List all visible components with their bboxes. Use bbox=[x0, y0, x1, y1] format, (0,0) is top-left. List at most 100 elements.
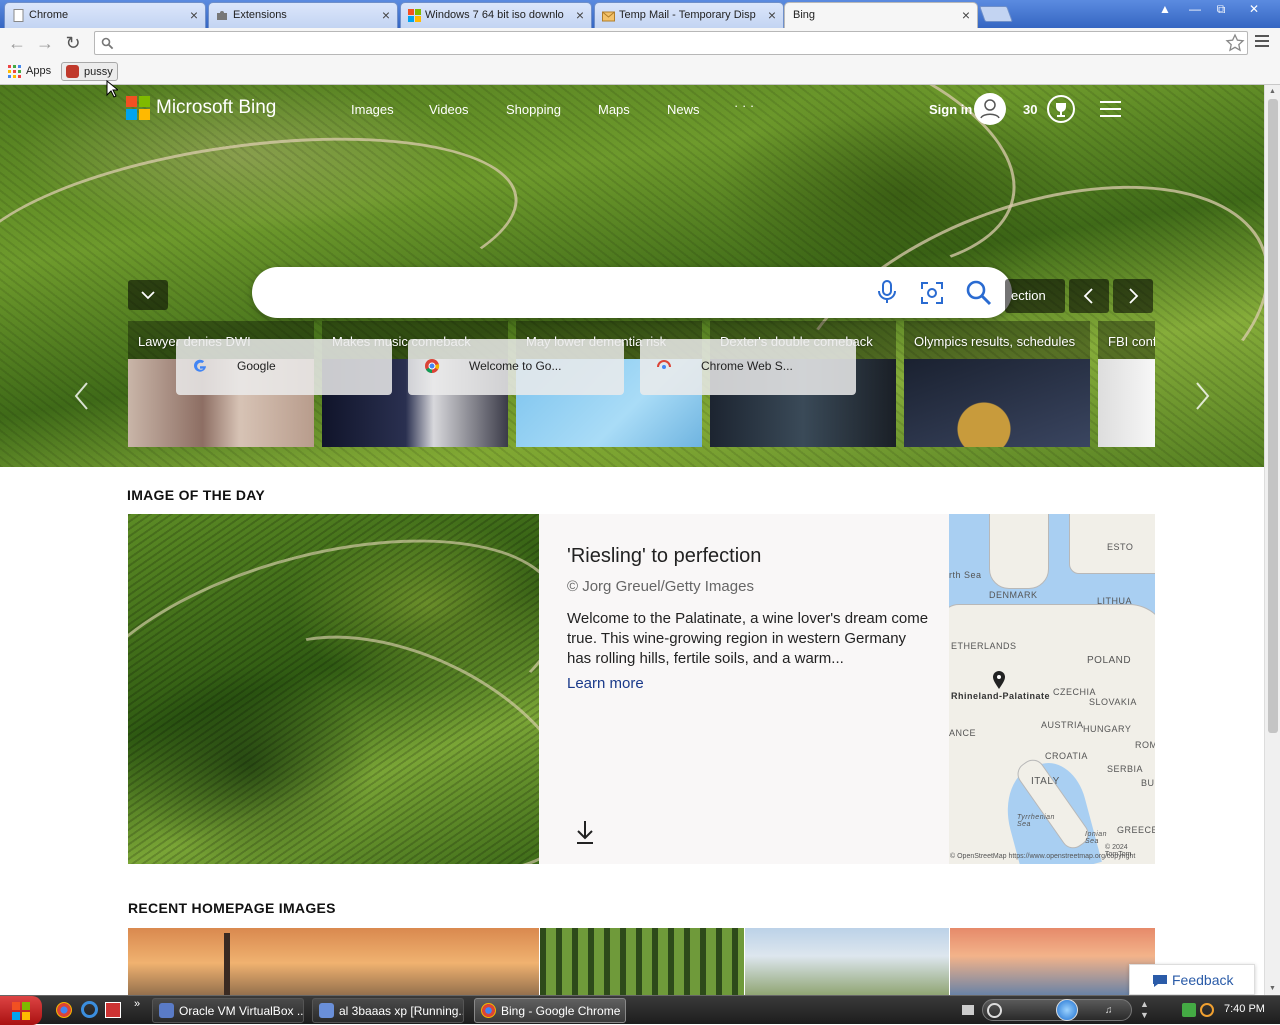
scroll-down-icon[interactable]: ▼ bbox=[1269, 985, 1276, 992]
news-card-title: FBI confi bbox=[1108, 334, 1155, 349]
map-label: ETHERLANDS bbox=[951, 641, 1017, 651]
iotd-image[interactable] bbox=[128, 514, 539, 864]
collapse-button[interactable] bbox=[128, 280, 168, 310]
network-icon[interactable] bbox=[1182, 1003, 1196, 1017]
nav-videos[interactable]: Videos bbox=[429, 102, 469, 117]
nav-news[interactable]: News bbox=[667, 102, 700, 117]
volume-icon[interactable]: ♫ bbox=[1105, 1005, 1113, 1016]
search-box[interactable] bbox=[252, 267, 1012, 318]
recent-image[interactable] bbox=[950, 928, 1155, 995]
search-icon[interactable] bbox=[965, 279, 993, 307]
recent-image[interactable] bbox=[745, 928, 949, 995]
minimize-button[interactable]: — bbox=[1182, 0, 1208, 18]
ie-quicklaunch-icon[interactable] bbox=[81, 1001, 98, 1018]
news-card[interactable]: Olympics results, schedules bbox=[904, 321, 1090, 447]
nav-maps[interactable]: Maps bbox=[598, 102, 630, 117]
tab-extensions[interactable]: Extensions × bbox=[208, 2, 398, 28]
chat-bubble-icon bbox=[1153, 975, 1167, 987]
restore-button[interactable]: ⧉ bbox=[1208, 0, 1234, 18]
reload-button[interactable]: ↻ bbox=[62, 33, 84, 53]
tray-arrows-icon[interactable]: ▲ ▼ bbox=[1140, 999, 1149, 1021]
taskbar-item-vm[interactable]: al 3baaas xp [Running... bbox=[312, 998, 464, 1023]
map-pin-label: Rhineland-Palatinate bbox=[951, 691, 1051, 701]
tab-bing[interactable]: Bing × bbox=[784, 2, 978, 29]
eiffel-tower-silhouette bbox=[224, 933, 230, 995]
nav-more[interactable]: · · · bbox=[734, 98, 754, 113]
nav-shopping[interactable]: Shopping bbox=[506, 102, 561, 117]
quick-link-tile[interactable]: Chrome Web S... bbox=[640, 339, 856, 395]
quick-link-tile[interactable]: Google bbox=[176, 339, 392, 395]
bookmark-label: Apps bbox=[26, 65, 52, 77]
star-icon[interactable] bbox=[1225, 33, 1245, 53]
microsoft-logo-icon[interactable] bbox=[126, 96, 150, 120]
media-player-controls[interactable]: ♫ bbox=[982, 999, 1132, 1021]
bookmark-apps[interactable]: Apps bbox=[4, 62, 55, 81]
learn-more-link[interactable]: Learn more bbox=[567, 675, 644, 692]
quick-link-tile[interactable]: Welcome to Go... bbox=[408, 339, 624, 395]
collection-button[interactable]: ection bbox=[1005, 279, 1065, 313]
iotd-map[interactable]: ESTO rth Sea DENMARK LITHUA ETHERLANDS P… bbox=[949, 514, 1155, 864]
next-button[interactable] bbox=[1113, 279, 1153, 313]
close-icon[interactable]: × bbox=[962, 7, 970, 23]
recent-image[interactable] bbox=[540, 928, 744, 995]
taskbar-item-label: Oracle VM VirtualBox ... bbox=[179, 1004, 304, 1018]
prev-button[interactable] bbox=[1069, 279, 1109, 313]
carousel-prev-icon[interactable] bbox=[70, 379, 94, 413]
close-icon[interactable]: × bbox=[768, 7, 776, 23]
forward-button[interactable]: → bbox=[34, 33, 56, 53]
start-button[interactable] bbox=[0, 996, 42, 1025]
bing-logo[interactable]: Microsoft Bing bbox=[156, 97, 276, 119]
chrome-quicklaunch-icon[interactable] bbox=[56, 1002, 72, 1018]
carousel-next-icon[interactable] bbox=[1190, 379, 1214, 413]
close-icon[interactable]: × bbox=[190, 7, 198, 23]
tab-temp-mail[interactable]: Temp Mail - Temporary Disp × bbox=[594, 2, 784, 28]
chrome-menu-icon[interactable] bbox=[1255, 35, 1269, 47]
section-title-recent: RECENT HOMEPAGE IMAGES bbox=[128, 900, 336, 916]
close-icon[interactable]: × bbox=[382, 7, 390, 23]
close-icon[interactable]: × bbox=[576, 7, 584, 23]
bookmark-item[interactable]: pussy bbox=[61, 62, 118, 81]
map-label: SLOVAKIA bbox=[1089, 697, 1137, 707]
clock[interactable]: 7:40 PM bbox=[1224, 1003, 1265, 1015]
rewards-trophy-icon[interactable] bbox=[1046, 94, 1076, 124]
taskbar-item-virtualbox[interactable]: Oracle VM VirtualBox ... bbox=[152, 998, 304, 1023]
search-input[interactable] bbox=[276, 281, 856, 303]
iotd-description: Welcome to the Palatinate, a wine lover'… bbox=[567, 610, 929, 667]
map-label: POLAND bbox=[1087, 655, 1132, 666]
bookmark-label: pussy bbox=[84, 66, 113, 78]
hero-background: Microsoft Bing Images Videos Shopping Ma… bbox=[0, 85, 1264, 467]
page-scrollbar[interactable]: ▲ ▼ bbox=[1264, 85, 1280, 995]
tab-chrome[interactable]: Chrome × bbox=[4, 2, 206, 28]
taskbar-item-chrome[interactable]: Bing - Google Chrome bbox=[474, 998, 626, 1023]
download-icon[interactable] bbox=[575, 819, 595, 845]
scroll-up-icon[interactable]: ▲ bbox=[1269, 88, 1276, 95]
feedback-button[interactable]: Feedback bbox=[1129, 964, 1255, 995]
map-attribution[interactable]: © OpenStreetMap https://www.openstreetma… bbox=[950, 853, 1135, 860]
address-input[interactable] bbox=[119, 34, 1219, 52]
avatar[interactable] bbox=[974, 93, 1006, 125]
map-label: DENMARK bbox=[989, 590, 1038, 600]
quicklaunch-more-icon[interactable]: » bbox=[134, 998, 140, 1010]
user-profile-icon[interactable]: ▲ bbox=[1152, 0, 1178, 18]
close-window-button[interactable]: ✕ bbox=[1236, 0, 1272, 18]
play-icon[interactable] bbox=[1056, 999, 1078, 1021]
nav-images[interactable]: Images bbox=[351, 102, 394, 117]
back-button[interactable]: ← bbox=[6, 33, 28, 53]
sign-in-link[interactable]: Sign in bbox=[929, 102, 972, 117]
new-tab-button[interactable] bbox=[979, 6, 1013, 22]
app-quicklaunch-icon[interactable] bbox=[105, 1002, 121, 1018]
hamburger-menu-icon[interactable] bbox=[1100, 101, 1121, 117]
stop-icon[interactable] bbox=[987, 1003, 1002, 1018]
rewards-points[interactable]: 30 bbox=[1023, 102, 1037, 117]
iotd-credit: © Jorg Greuel/Getty Images bbox=[567, 578, 754, 595]
visual-search-icon[interactable] bbox=[920, 281, 944, 305]
microphone-icon[interactable] bbox=[876, 279, 898, 305]
keyboard-icon[interactable] bbox=[962, 1005, 974, 1015]
recent-image[interactable] bbox=[128, 928, 539, 995]
scrollbar-thumb[interactable] bbox=[1268, 99, 1278, 733]
search-tray-icon[interactable] bbox=[1200, 1003, 1214, 1017]
tab-windows-iso[interactable]: Windows 7 64 bit iso downlo × bbox=[400, 2, 592, 28]
address-bar[interactable] bbox=[94, 31, 1248, 55]
news-card[interactable]: FBI confi bbox=[1098, 321, 1155, 447]
map-label: CROATIA bbox=[1045, 751, 1088, 761]
